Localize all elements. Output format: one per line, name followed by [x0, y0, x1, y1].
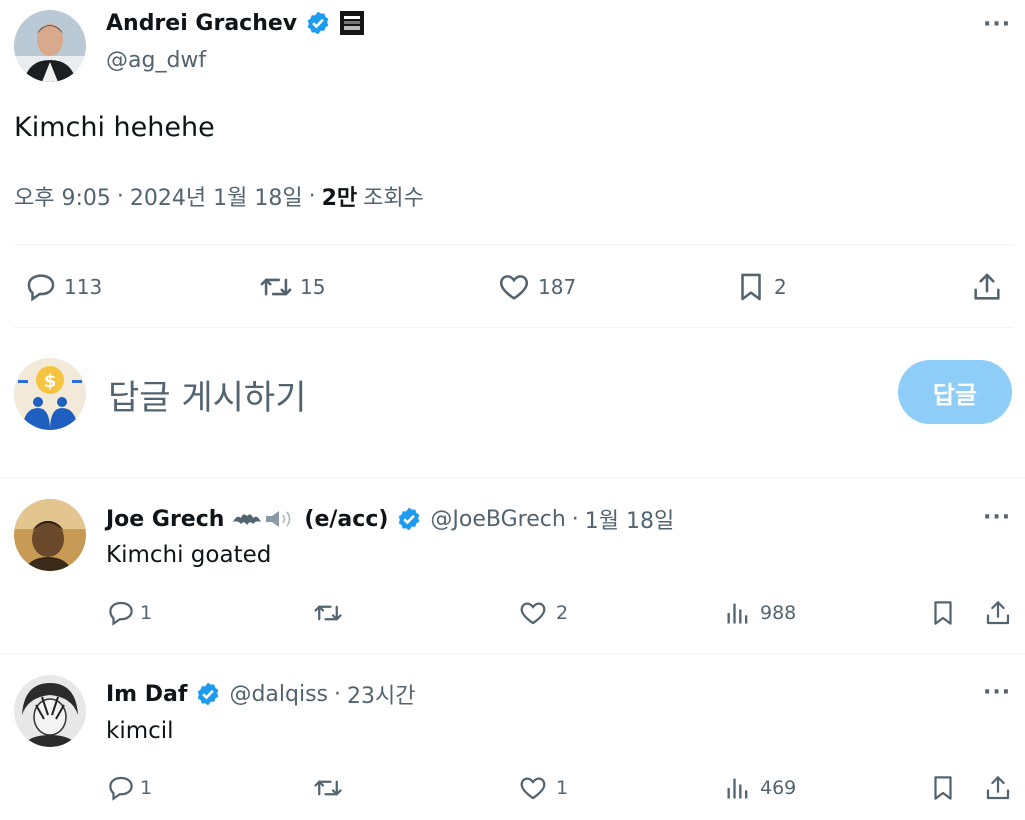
more-options-button[interactable]: ··· — [983, 12, 1011, 37]
more-options-button[interactable]: ··· — [983, 680, 1011, 705]
tweet-time[interactable]: 오후 9:05 — [14, 180, 111, 212]
share-action[interactable] — [983, 598, 1013, 628]
views-chart-icon — [724, 773, 752, 803]
author-handle[interactable]: @ag_dwf — [106, 48, 206, 73]
reply-author-name[interactable]: Joe Grech — [106, 507, 224, 532]
views-label: 조회수 — [363, 186, 424, 211]
reply-action[interactable]: 1 — [106, 598, 152, 628]
reply-author-name[interactable]: Im Daf — [106, 682, 187, 707]
share-icon — [983, 598, 1013, 628]
reply-icon — [106, 598, 136, 628]
reply-input[interactable]: 답글 게시하기 — [108, 370, 868, 419]
like-count: 2 — [556, 602, 569, 624]
author-name[interactable]: Andrei Grachev — [106, 11, 297, 36]
reply-avatar[interactable] — [14, 499, 86, 571]
reply-count: 1 — [140, 602, 153, 624]
reply-avatar[interactable] — [14, 675, 86, 747]
views-action[interactable]: 988 — [724, 598, 796, 628]
bookmark-icon — [928, 773, 958, 803]
views-count: 469 — [760, 777, 797, 799]
like-action[interactable]: 187 — [496, 270, 576, 304]
retweet-icon — [258, 270, 294, 304]
reply-icon — [24, 270, 58, 304]
meta-separator: · — [116, 183, 124, 209]
reply-text: kimcil — [106, 718, 174, 744]
reply-author-handle[interactable]: @JoeBGrech — [430, 507, 565, 532]
like-count: 187 — [538, 275, 577, 299]
affiliate-logo-icon[interactable] — [339, 10, 365, 36]
like-action[interactable]: 2 — [518, 598, 568, 628]
meta-separator: · — [571, 506, 579, 532]
verified-badge-icon — [195, 681, 221, 707]
user-avatar[interactable]: $ — [14, 358, 86, 430]
svg-text:$: $ — [44, 371, 57, 392]
bat-emoji-icon — [232, 508, 262, 530]
reply-submit-button[interactable]: 답글 — [898, 360, 1012, 424]
share-icon — [983, 773, 1013, 803]
retweet-icon — [312, 773, 344, 803]
divider — [14, 244, 1014, 245]
divider — [0, 477, 1025, 478]
verified-badge-icon — [396, 506, 422, 532]
tweet-meta: 오후 9:05 · 2024년 1월 18일 · 2만 조회수 — [14, 180, 424, 212]
bookmark-action[interactable] — [928, 773, 958, 803]
verified-badge-icon — [305, 10, 331, 36]
heart-icon — [518, 598, 548, 628]
reply-action[interactable]: 113 — [24, 270, 102, 304]
retweet-action[interactable] — [312, 773, 344, 803]
views-chart-icon — [724, 598, 752, 628]
retweet-count: 15 — [300, 275, 326, 299]
meta-separator: · — [334, 681, 342, 707]
divider — [14, 327, 1014, 328]
bookmark-icon — [928, 598, 958, 628]
reply-icon — [106, 773, 136, 803]
heart-icon — [518, 773, 548, 803]
retweet-action[interactable]: 15 — [258, 270, 325, 304]
like-action[interactable]: 1 — [518, 773, 568, 803]
reply-author-suffix[interactable]: (e/acc) — [304, 507, 388, 532]
reply-time[interactable]: 1월 18일 — [585, 503, 674, 535]
share-icon — [970, 270, 1004, 304]
share-action[interactable] — [970, 270, 1004, 304]
tweet-text: Kimchi hehehe — [14, 112, 215, 143]
bookmark-action[interactable] — [928, 598, 958, 628]
bookmark-icon — [734, 270, 768, 304]
like-count: 1 — [556, 777, 569, 799]
views-count: 988 — [760, 602, 797, 624]
more-options-button[interactable]: ··· — [983, 505, 1011, 530]
views-count: 2만 — [321, 186, 358, 211]
views-action[interactable]: 469 — [724, 773, 796, 803]
divider — [0, 653, 1025, 654]
share-action[interactable] — [983, 773, 1013, 803]
retweet-icon — [312, 598, 344, 628]
author-avatar[interactable] — [14, 10, 86, 82]
reply-text: Kimchi goated — [106, 542, 272, 568]
bookmark-count: 2 — [774, 275, 787, 299]
reply-author-handle[interactable]: @dalqiss — [229, 682, 328, 707]
reply-time[interactable]: 23시간 — [347, 678, 415, 710]
retweet-action[interactable] — [312, 598, 344, 628]
tweet-date[interactable]: 2024년 1월 18일 — [130, 180, 303, 212]
heart-icon — [496, 270, 532, 304]
speaker-emoji-icon — [264, 508, 298, 530]
reply-count: 1 — [140, 777, 153, 799]
reply-action[interactable]: 1 — [106, 773, 152, 803]
meta-separator: · — [308, 183, 316, 209]
reply-count: 113 — [64, 275, 103, 299]
bookmark-action[interactable]: 2 — [734, 270, 787, 304]
